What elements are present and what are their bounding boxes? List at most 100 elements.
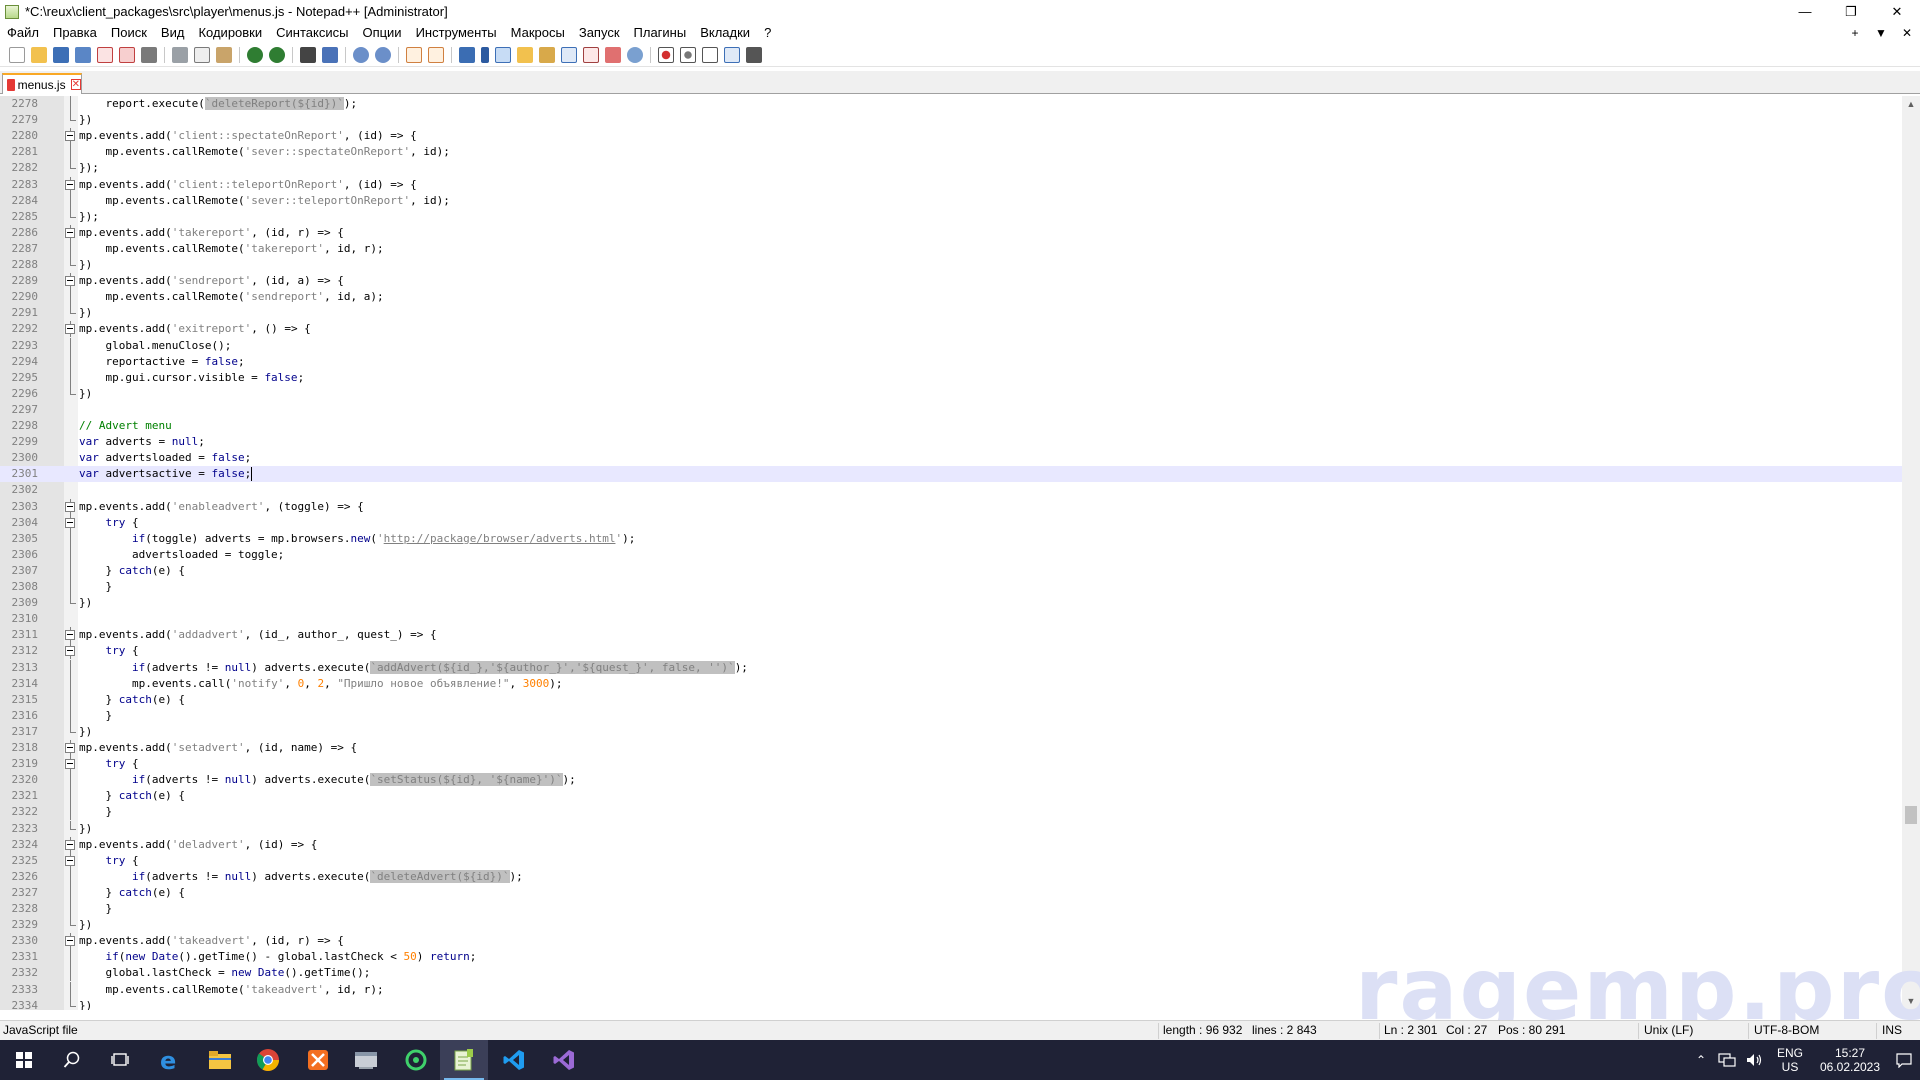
fold-collapse-icon[interactable] bbox=[65, 740, 76, 756]
code-line[interactable]: 2321 } catch(e) { bbox=[0, 788, 1902, 805]
status-insert-mode[interactable]: INS bbox=[1882, 1023, 1902, 1037]
vertical-scrollbar[interactable]: ▲ ▼ bbox=[1902, 96, 1920, 1010]
code-line[interactable]: 2300 var advertsloaded = false; bbox=[0, 450, 1902, 466]
tray-network[interactable] bbox=[1714, 1040, 1740, 1080]
menu-edit[interactable]: Правка bbox=[46, 25, 104, 40]
code-line[interactable]: 2325 try { bbox=[0, 852, 1902, 869]
tray-volume[interactable] bbox=[1742, 1040, 1768, 1080]
record-macro-icon[interactable] bbox=[658, 46, 674, 63]
code-line[interactable]: 2297 bbox=[0, 402, 1902, 418]
open-file-icon[interactable] bbox=[31, 46, 47, 63]
scrollbar-thumb[interactable] bbox=[1905, 806, 1917, 824]
tab-close-icon[interactable]: ✕ bbox=[70, 79, 81, 90]
fold-collapse-icon[interactable] bbox=[65, 224, 76, 241]
fold-collapse-icon[interactable] bbox=[65, 836, 76, 853]
show-all-chars-icon[interactable] bbox=[481, 46, 489, 63]
menu-settings[interactable]: Опции bbox=[355, 25, 408, 40]
menu-language[interactable]: Синтаксисы bbox=[269, 25, 355, 40]
tab-menus-js[interactable]: menus.js ✕ bbox=[2, 73, 82, 94]
function-list-icon[interactable] bbox=[583, 46, 599, 63]
taskbar-visual-studio[interactable] bbox=[540, 1040, 588, 1080]
taskbar-app-green[interactable] bbox=[392, 1040, 440, 1080]
code-line[interactable]: 2298 // Advert menu bbox=[0, 418, 1902, 434]
taskbar-edge[interactable]: e bbox=[146, 1040, 194, 1080]
code-line[interactable]: 2279}) bbox=[0, 112, 1902, 128]
stop-macro-icon[interactable] bbox=[680, 46, 696, 63]
code-line[interactable]: 2304 try { bbox=[0, 514, 1902, 531]
sync-vertical-icon[interactable] bbox=[406, 46, 422, 63]
code-line[interactable]: 2312 try { bbox=[0, 643, 1902, 660]
search-button[interactable] bbox=[48, 1040, 96, 1080]
code-line[interactable]: 2324 mp.events.add('deladvert', (id) => { bbox=[0, 836, 1902, 853]
taskbar-chrome[interactable] bbox=[244, 1040, 292, 1080]
code-line[interactable]: 2326 if(adverts != null) adverts.execute… bbox=[0, 868, 1902, 885]
code-line[interactable]: 2319 try { bbox=[0, 756, 1902, 773]
fold-collapse-icon[interactable] bbox=[65, 128, 76, 145]
menu-help[interactable]: ? bbox=[757, 25, 778, 40]
code-line[interactable]: 2306 advertsloaded = toggle; bbox=[0, 546, 1902, 563]
taskbar-notepadpp[interactable] bbox=[440, 1040, 488, 1080]
minimize-button[interactable]: — bbox=[1782, 0, 1828, 23]
code-line[interactable]: 2287 mp.events.callRemote('takereport', … bbox=[0, 240, 1902, 257]
save-macro-icon[interactable] bbox=[746, 46, 762, 63]
new-file-icon[interactable] bbox=[9, 46, 25, 63]
status-eol[interactable]: Unix (LF) bbox=[1644, 1023, 1693, 1037]
tab-list-button[interactable]: ▼ bbox=[1868, 26, 1894, 40]
code-line[interactable]: 2327 } catch(e) { bbox=[0, 884, 1902, 901]
fold-collapse-icon[interactable] bbox=[65, 273, 76, 290]
fold-collapse-icon[interactable] bbox=[65, 756, 76, 773]
code-editor[interactable]: 2278 report.execute(`deleteReport(${id})… bbox=[0, 96, 1902, 1010]
code-line[interactable]: 2289 mp.events.add('sendreport', (id, a) … bbox=[0, 273, 1902, 290]
fold-collapse-icon[interactable] bbox=[65, 514, 76, 531]
menu-macro[interactable]: Макросы bbox=[504, 25, 572, 40]
status-encoding[interactable]: UTF-8-BOM bbox=[1754, 1023, 1819, 1037]
code-line[interactable]: 2294 reportactive = false; bbox=[0, 353, 1902, 370]
start-button[interactable] bbox=[0, 1040, 48, 1080]
code-line[interactable]: 2283 mp.events.add('client::teleportOnRep… bbox=[0, 176, 1902, 193]
taskbar-app-window[interactable] bbox=[342, 1040, 390, 1080]
code-line[interactable]: 2318 mp.events.add('setadvert', (id, name… bbox=[0, 740, 1902, 756]
code-line[interactable]: 2281 mp.events.callRemote('sever::specta… bbox=[0, 144, 1902, 161]
code-line[interactable]: 2320 if(adverts != null) adverts.execute… bbox=[0, 772, 1902, 789]
code-line[interactable]: 2305 if(toggle) adverts = mp.browsers.ne… bbox=[0, 530, 1902, 547]
menu-run[interactable]: Запуск bbox=[572, 25, 627, 40]
code-line[interactable]: 2296}) bbox=[0, 385, 1902, 402]
code-line[interactable]: 2316 } bbox=[0, 707, 1902, 724]
word-wrap-icon[interactable] bbox=[459, 46, 475, 63]
tray-notifications[interactable] bbox=[1888, 1040, 1920, 1080]
code-line[interactable]: 2303 mp.events.add('enableadvert', (toggl… bbox=[0, 498, 1902, 515]
close-file-icon[interactable] bbox=[97, 46, 113, 63]
code-line[interactable]: 2299 var adverts = null; bbox=[0, 434, 1902, 450]
fold-collapse-icon[interactable] bbox=[65, 176, 76, 193]
code-line[interactable]: 2317}) bbox=[0, 723, 1902, 740]
fold-collapse-icon[interactable] bbox=[65, 933, 76, 950]
taskbar-app-orange[interactable] bbox=[294, 1040, 342, 1080]
replace-icon[interactable] bbox=[322, 46, 338, 63]
close-tab-button[interactable]: ✕ bbox=[1894, 26, 1920, 40]
code-line[interactable]: 2314 mp.events.call('notify', 0, 2, "При… bbox=[0, 675, 1902, 692]
run-macro-multiple-icon[interactable] bbox=[724, 46, 740, 63]
code-line[interactable]: 2288}) bbox=[0, 257, 1902, 273]
code-line[interactable]: 2328 } bbox=[0, 901, 1902, 917]
play-macro-icon[interactable] bbox=[702, 46, 718, 63]
fold-collapse-icon[interactable] bbox=[65, 852, 76, 869]
paste-icon[interactable] bbox=[216, 46, 232, 63]
code-line[interactable]: 2322 } bbox=[0, 804, 1902, 821]
tray-clock[interactable]: 15:27 06.02.2023 bbox=[1812, 1040, 1888, 1080]
code-line[interactable]: 2286 mp.events.add('takereport', (id, r) … bbox=[0, 224, 1902, 241]
code-line[interactable]: 2295 mp.gui.cursor.visible = false; bbox=[0, 369, 1902, 386]
code-line[interactable]: 2290 mp.events.callRemote('sendreport', … bbox=[0, 289, 1902, 306]
taskbar-explorer[interactable] bbox=[196, 1040, 244, 1080]
code-line[interactable]: 2329}) bbox=[0, 917, 1902, 933]
tray-language[interactable]: ENG US bbox=[1770, 1040, 1810, 1080]
udl-icon[interactable] bbox=[517, 46, 533, 63]
redo-icon[interactable] bbox=[269, 46, 285, 63]
fold-collapse-icon[interactable] bbox=[65, 627, 76, 644]
scroll-up-icon[interactable]: ▲ bbox=[1902, 96, 1920, 113]
code-line[interactable]: 2315 } catch(e) { bbox=[0, 691, 1902, 708]
code-line[interactable]: 2282}); bbox=[0, 160, 1902, 176]
taskbar-vscode[interactable] bbox=[490, 1040, 538, 1080]
code-line[interactable]: 2302 bbox=[0, 482, 1902, 498]
code-line[interactable]: 2292 mp.events.add('exitreport', () => { bbox=[0, 321, 1902, 338]
copy-icon[interactable] bbox=[194, 46, 210, 63]
